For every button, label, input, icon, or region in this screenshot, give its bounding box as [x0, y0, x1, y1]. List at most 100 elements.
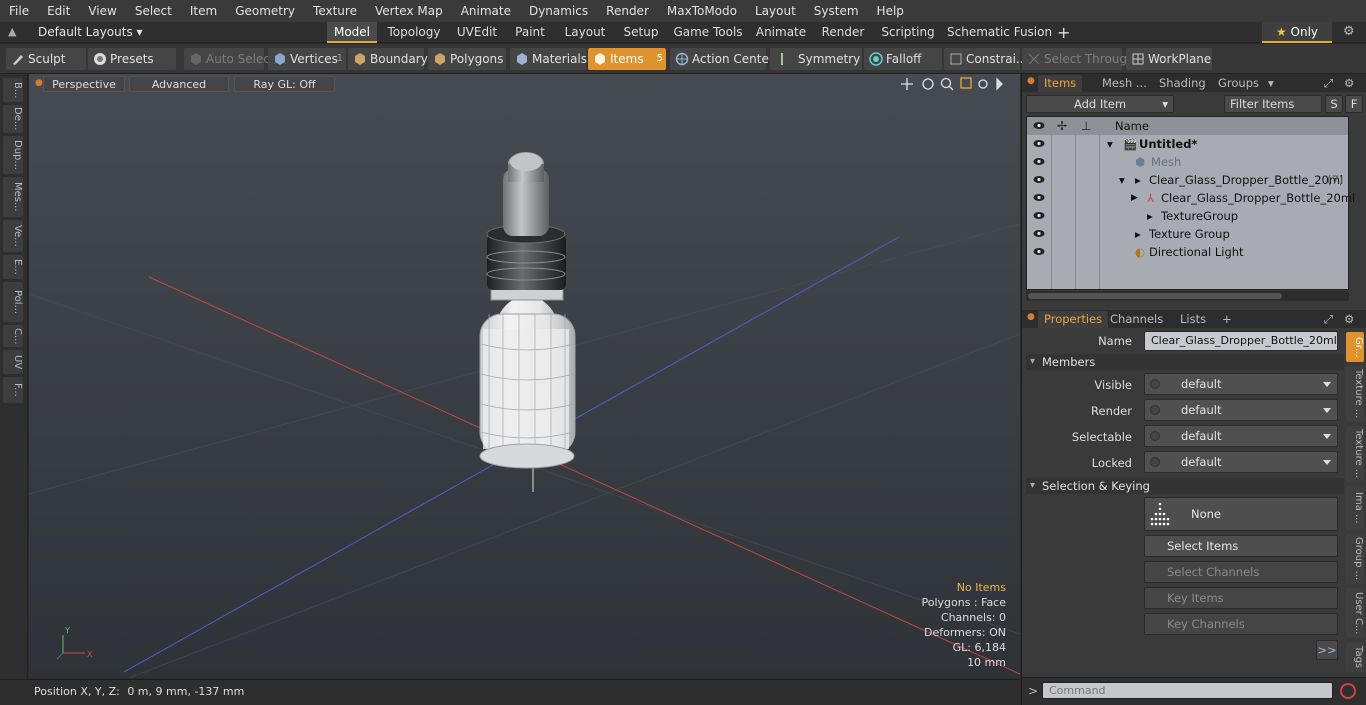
tab-channels[interactable]: Channels — [1110, 311, 1163, 328]
symmetry-button[interactable]: Symmetry — [770, 48, 862, 70]
key-items-button[interactable]: Key Items — [1144, 587, 1338, 609]
side-tab-group-2[interactable]: Group ... — [1346, 534, 1364, 584]
left-tab-deform[interactable]: De... — [3, 105, 23, 133]
left-tab-vertex[interactable]: Ve... — [3, 220, 23, 252]
tree-row[interactable]: ▶ ⅄ Clear_Glass_Dropper_Bottle_20ml — [1027, 189, 1355, 207]
tab-render[interactable]: Render — [818, 22, 868, 43]
eye-icon[interactable] — [1033, 175, 1045, 184]
tree-row[interactable]: ⬢ Mesh — [1027, 153, 1348, 171]
tab-schematic-fusion[interactable]: Schematic Fusion — [947, 22, 1052, 43]
side-tab-texture-1[interactable]: Texture ... — [1346, 366, 1364, 422]
tab-shading[interactable]: Shading — [1159, 75, 1206, 92]
command-input[interactable] — [1042, 682, 1333, 699]
collapse-icon[interactable]: ▲ — [8, 25, 16, 38]
menu-item[interactable]: Item — [181, 0, 226, 22]
tab-scripting[interactable]: Scripting — [877, 22, 939, 43]
tab-mesh-ops[interactable]: Mesh ... — [1102, 75, 1147, 92]
menu-view[interactable]: View — [79, 0, 125, 22]
tabs-dropdown-icon[interactable]: ▾ — [1268, 75, 1274, 92]
menu-maxtomodo[interactable]: MaxToModo — [658, 0, 746, 22]
left-tab-polygon[interactable]: Pol... — [3, 282, 23, 322]
panel-gear-icon[interactable]: ⚙ — [1344, 75, 1354, 92]
scrollbar-thumb[interactable] — [1028, 293, 1282, 299]
selection-keying-section-header[interactable]: Selection & Keying — [1026, 478, 1344, 494]
locked-dropdown[interactable]: default — [1144, 451, 1338, 473]
select-items-button[interactable]: Select Items — [1144, 535, 1338, 557]
f-button[interactable]: F — [1345, 95, 1363, 113]
s-button[interactable]: S — [1325, 95, 1343, 113]
eye-icon[interactable] — [1033, 139, 1045, 148]
layout-selector[interactable]: Default Layouts ▾ — [38, 22, 143, 43]
menu-render[interactable]: Render — [597, 0, 658, 22]
eye-icon[interactable] — [1033, 229, 1045, 238]
members-section-header[interactable]: Members — [1026, 354, 1344, 370]
panel-gear-icon[interactable]: ⚙ — [1344, 311, 1354, 328]
materials-button[interactable]: Materials — [510, 48, 587, 70]
expand-arrow-icon[interactable]: ▾ — [1119, 171, 1125, 189]
none-selection-button[interactable]: None — [1144, 497, 1338, 531]
render-dropdown[interactable]: default — [1144, 399, 1338, 421]
sculpt-button[interactable]: Sculpt — [6, 48, 86, 70]
side-tab-texture-2[interactable]: Texture ... — [1346, 426, 1364, 482]
menu-layout[interactable]: Layout — [746, 0, 805, 22]
menu-system[interactable]: System — [805, 0, 868, 22]
tree-row[interactable]: ▾ 🎬 Untitled* — [1027, 135, 1348, 153]
only-toggle[interactable]: ★ Only — [1262, 22, 1332, 43]
menu-vertex-map[interactable]: Vertex Map — [366, 0, 452, 22]
side-tab-group[interactable]: Gr... — [1346, 332, 1364, 362]
select-through-button[interactable]: Select Through — [1022, 48, 1135, 70]
side-tab-image[interactable]: Ima ... — [1346, 486, 1364, 530]
expand-arrow-icon[interactable]: ▾ — [1107, 135, 1113, 153]
left-tab-duplicate[interactable]: Dup... — [3, 136, 23, 174]
falloff-button[interactable]: Falloff — [864, 48, 942, 70]
raygl-button[interactable]: Ray GL: Off — [234, 76, 335, 92]
tab-groups[interactable]: Groups — [1218, 75, 1259, 92]
visible-dropdown[interactable]: default — [1144, 373, 1338, 395]
expand-icon[interactable]: ⤢ — [1324, 311, 1333, 328]
add-item-button[interactable]: Add Item ▾ — [1026, 95, 1174, 113]
eye-icon[interactable] — [1033, 193, 1045, 202]
select-channels-button[interactable]: Select Channels — [1144, 561, 1338, 583]
boundary-button[interactable]: Boundary — [348, 48, 428, 70]
tab-topology[interactable]: Topology — [384, 22, 444, 43]
left-tab-edge[interactable]: E... — [3, 255, 23, 279]
eye-icon[interactable] — [1033, 211, 1045, 220]
3d-viewport[interactable]: Y X ● Perspective Advanced Ray GL: Off N… — [29, 74, 1020, 678]
constraints-button[interactable]: Constrai... — [944, 48, 1027, 70]
menu-animate[interactable]: Animate — [452, 0, 520, 22]
advanced-button[interactable]: Advanced — [129, 76, 229, 92]
tab-lists[interactable]: Lists — [1180, 311, 1206, 328]
tab-items[interactable]: Items — [1038, 75, 1083, 92]
more-button[interactable]: >> — [1316, 640, 1338, 660]
tab-model[interactable]: Model — [327, 22, 377, 43]
tree-row[interactable]: ▾ ▸ Clear_Glass_Dropper_Bottle_20ml (7) — [1027, 171, 1348, 189]
vertices-button[interactable]: Vertices 1 — [268, 48, 346, 70]
tree-row[interactable]: ◐ Directional Light — [1027, 243, 1348, 261]
tab-game-tools[interactable]: Game Tools — [672, 22, 744, 43]
menu-file[interactable]: File — [0, 0, 38, 22]
side-tab-user-channels[interactable]: User C... — [1346, 588, 1364, 638]
panel-menu-icon[interactable]: ● — [1027, 312, 1035, 322]
add-tab-icon[interactable]: + — [1222, 311, 1232, 328]
left-tab-fusion[interactable]: F... — [3, 377, 23, 403]
auto-select-button[interactable]: Auto Select — [184, 48, 275, 70]
menu-texture[interactable]: Texture — [304, 0, 366, 22]
tab-layout[interactable]: Layout — [559, 22, 611, 43]
key-channels-button[interactable]: Key Channels — [1144, 613, 1338, 635]
action-center-button[interactable]: Action Center — [670, 48, 774, 70]
collapse-arrow-icon[interactable]: ▶ — [1131, 189, 1138, 207]
menu-geometry[interactable]: Geometry — [226, 0, 304, 22]
tab-properties[interactable]: Properties — [1038, 311, 1109, 328]
workplane-button[interactable]: WorkPlane — [1126, 48, 1212, 70]
items-button[interactable]: Items 5 — [588, 48, 666, 70]
viewport-menu-icon[interactable]: ● — [35, 78, 43, 88]
record-icon[interactable] — [1340, 683, 1356, 699]
left-tab-mesh[interactable]: Mes... — [3, 177, 23, 217]
panel-menu-icon[interactable]: ● — [1027, 76, 1035, 86]
menu-dynamics[interactable]: Dynamics — [520, 0, 597, 22]
menu-help[interactable]: Help — [868, 0, 913, 22]
selectable-dropdown[interactable]: default — [1144, 425, 1338, 447]
horizontal-scrollbar[interactable] — [1026, 291, 1349, 301]
add-tab-icon[interactable]: + — [1057, 22, 1070, 43]
presets-button[interactable]: Presets — [88, 48, 176, 70]
